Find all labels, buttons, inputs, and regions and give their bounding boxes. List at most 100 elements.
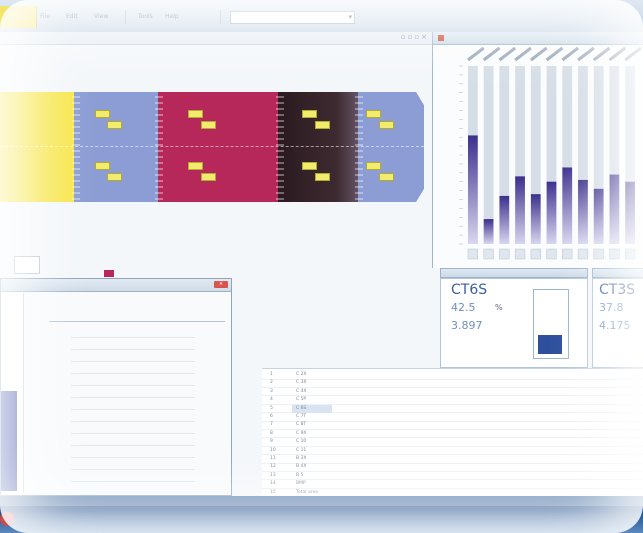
x-category-label: [608, 46, 627, 62]
dialog-tabs: [49, 309, 225, 322]
bar-base-label: [625, 248, 636, 260]
bar-base-label: [546, 248, 557, 260]
grid-row-index: 12: [270, 464, 276, 470]
strip-centerline: [0, 146, 424, 147]
patch-marker[interactable]: [315, 173, 330, 181]
grid-row-label[interactable]: C 11: [296, 448, 306, 453]
grid-row-label[interactable]: C 6S: [296, 406, 306, 411]
grid-row-label[interactable]: C 2X: [296, 372, 307, 377]
grid-row-label[interactable]: BMP: [296, 481, 306, 486]
patch-marker[interactable]: [366, 110, 381, 118]
patch-marker[interactable]: [95, 110, 110, 118]
menu-help[interactable]: Help: [165, 13, 179, 23]
grid-row-label[interactable]: C 5P: [296, 397, 306, 402]
bar-base-label: [514, 248, 526, 260]
strip-edge: [72, 92, 80, 202]
patch-marker[interactable]: [107, 173, 122, 181]
strip-segment-yellow[interactable]: [0, 92, 78, 202]
measurement-name: CT3S: [599, 282, 636, 298]
window-controls[interactable]: ▫▫▫×: [401, 33, 429, 41]
toolbar-combobox[interactable]: ▾: [230, 11, 355, 24]
chart-bar[interactable]: [530, 194, 541, 244]
grid-row-line: [262, 437, 643, 439]
dialog-table-row[interactable]: [71, 469, 195, 482]
chart-bar[interactable]: [578, 179, 588, 244]
chart-bar[interactable]: [625, 181, 636, 244]
chevron-down-icon[interactable]: ▾: [348, 13, 352, 21]
x-category-label: [577, 46, 595, 62]
bar-base-label: [499, 248, 510, 260]
taskbar-glow: [0, 496, 643, 506]
measurement-value: 42.5: [451, 301, 476, 314]
bar-base-label: [562, 248, 573, 260]
patch-marker[interactable]: [379, 173, 394, 181]
measurement-panel[interactable]: CT3S 37.8 4.175: [592, 278, 643, 368]
legend-swatch-empty[interactable]: [14, 256, 40, 274]
chart-bar[interactable]: [562, 167, 573, 244]
strip-segment-black[interactable]: [278, 92, 362, 202]
chart-bar[interactable]: [515, 176, 525, 244]
legend-swatch-magenta[interactable]: [104, 270, 114, 277]
x-category-label: [529, 46, 548, 62]
grid-row-label[interactable]: B 5: [296, 473, 303, 478]
grid-row-label[interactable]: C 9X: [296, 431, 307, 436]
measurement-header: [592, 268, 643, 278]
grid-row-label[interactable]: C 3X: [296, 380, 307, 385]
chart-bar[interactable]: [609, 174, 620, 244]
start-button-icon[interactable]: [0, 512, 14, 526]
grid-row-index: 14: [270, 481, 276, 487]
app-screen: File Edit View Tools Help ▾ ▫▫▫× CT6S 42…: [0, 0, 643, 533]
grid-row-label[interactable]: C 10: [296, 439, 306, 444]
patch-marker[interactable]: [188, 162, 203, 170]
chart-bar[interactable]: [593, 188, 604, 244]
density-chart-panel: [432, 32, 643, 268]
grid-row-line: [262, 454, 643, 456]
chart-bar[interactable]: [483, 219, 494, 244]
patch-marker[interactable]: [315, 121, 330, 129]
patch-marker[interactable]: [302, 162, 317, 170]
os-taskbar: [0, 496, 643, 533]
grid-row-label[interactable]: C 7T: [296, 414, 306, 419]
patch-marker[interactable]: [188, 110, 203, 118]
grid-row-index: 15: [270, 489, 276, 495]
patch-marker[interactable]: [95, 162, 110, 170]
strip-edge: [355, 92, 363, 202]
grid-row-label[interactable]: B 4X: [296, 464, 306, 469]
close-icon[interactable]: ×: [214, 281, 228, 288]
strip-segment-magenta[interactable]: [158, 92, 282, 202]
grid-row-index: 3: [270, 388, 273, 394]
measurement-panel[interactable]: CT6S 42.5 % 3.897: [440, 278, 588, 368]
chart-bar[interactable]: [546, 181, 557, 244]
patch-marker[interactable]: [201, 121, 216, 129]
menu-tools[interactable]: Tools: [138, 13, 153, 23]
grid-row-line: [262, 445, 643, 447]
chart-bar[interactable]: [467, 135, 478, 244]
grid-row-label[interactable]: Total area: [296, 490, 318, 495]
strip-segment-blue-end[interactable]: [358, 92, 424, 202]
grid-row-label[interactable]: C 4X: [296, 389, 307, 394]
grid-row-index: 10: [270, 447, 276, 453]
patch-marker[interactable]: [302, 110, 317, 118]
grid-row-index: 9: [270, 439, 273, 445]
measurement-value-secondary: 4.175: [599, 319, 631, 332]
main-toolbar: File Edit View Tools Help ▾: [0, 0, 643, 33]
grid-row-line: [262, 479, 643, 481]
grid-row-line: [262, 378, 643, 380]
strip-segment-blue[interactable]: [74, 92, 162, 202]
bar-chart: [459, 46, 642, 260]
grid-row-label[interactable]: B 3X: [296, 456, 306, 461]
grid-row-label[interactable]: C 8T: [296, 422, 306, 427]
chart-bar[interactable]: [499, 195, 510, 244]
patch-marker[interactable]: [366, 162, 381, 170]
patch-marker[interactable]: [107, 121, 122, 129]
grid-row-line: [262, 395, 643, 397]
patch-marker[interactable]: [201, 173, 216, 181]
x-category-label: [592, 46, 611, 62]
settings-dialog: ×: [0, 278, 232, 496]
menu-view[interactable]: View: [94, 13, 108, 23]
patch-marker[interactable]: [379, 121, 394, 129]
menu-file[interactable]: File: [40, 13, 50, 23]
measurement-unit: %: [495, 303, 503, 312]
menu-edit[interactable]: Edit: [66, 13, 78, 23]
grid-row-index: 11: [270, 456, 276, 461]
